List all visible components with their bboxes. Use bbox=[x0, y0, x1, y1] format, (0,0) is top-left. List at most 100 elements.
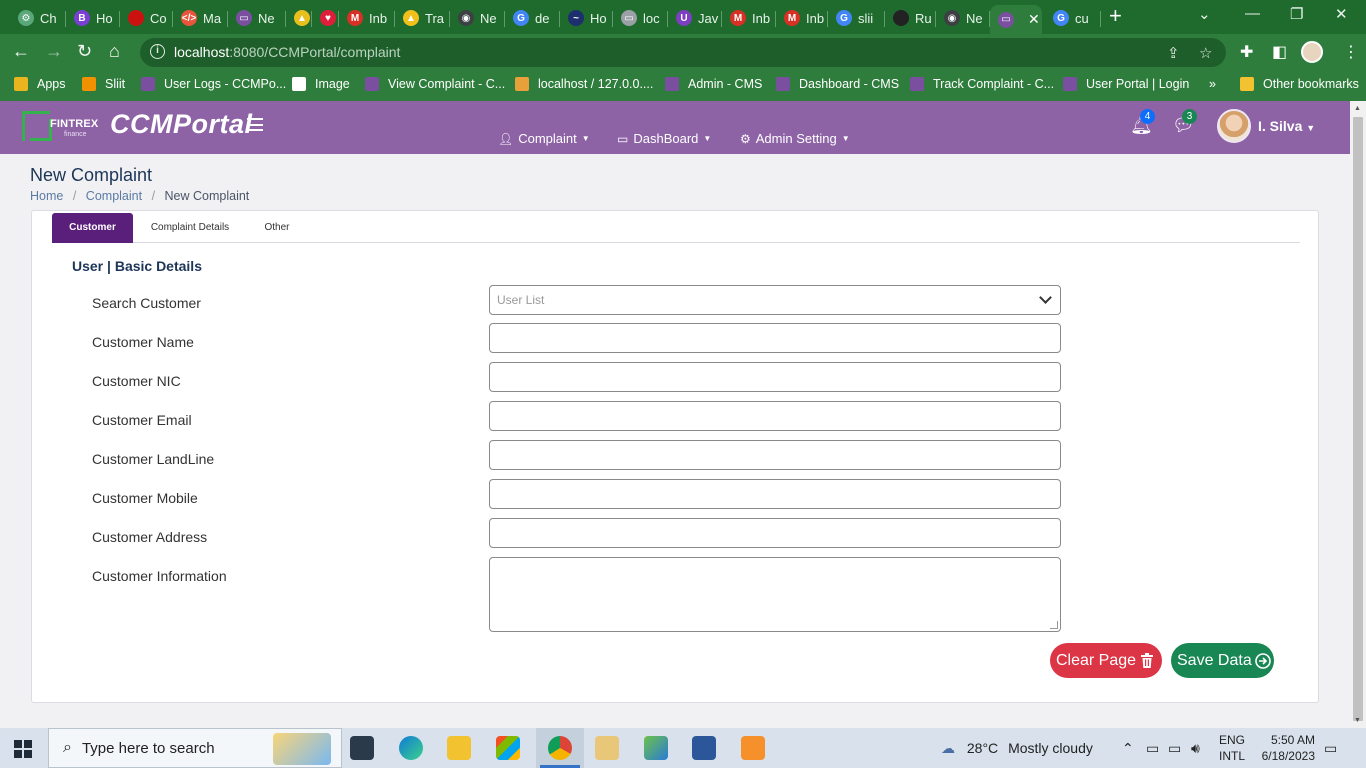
bookmark-item[interactable]: User Portal | Login bbox=[1063, 77, 1189, 91]
volume-icon[interactable]: 🔊︎ bbox=[1191, 740, 1200, 757]
forward-icon[interactable]: → bbox=[45, 41, 63, 61]
close-window-icon[interactable]: ✕ bbox=[1335, 5, 1348, 23]
breadcrumb-complaint[interactable]: Complaint bbox=[86, 189, 142, 203]
browser-tab[interactable]: ▭ Ne bbox=[228, 5, 286, 31]
windows-start-icon[interactable] bbox=[14, 740, 32, 758]
bookmarks-overflow-button[interactable]: » bbox=[1209, 77, 1216, 91]
page-scrollbar[interactable]: ▲ ▼ bbox=[1350, 101, 1366, 728]
task-view-icon[interactable] bbox=[350, 736, 374, 760]
browser-tab[interactable]: Ru bbox=[885, 5, 936, 31]
bookmark-star-icon[interactable]: ☆ bbox=[1199, 44, 1212, 62]
browser-tab[interactable]: ♥ bbox=[312, 5, 339, 31]
edge-icon[interactable] bbox=[399, 736, 423, 760]
battery-icon[interactable]: ▭ bbox=[1168, 740, 1181, 757]
customer-mobile-input[interactable] bbox=[489, 479, 1061, 509]
browser-tab[interactable]: ◉ Ne bbox=[450, 5, 505, 31]
browser-tab[interactable]: ⚙ Ch bbox=[10, 5, 66, 31]
pdf-app-icon[interactable] bbox=[741, 736, 765, 760]
bookmark-item[interactable]: Admin - CMS bbox=[665, 77, 762, 91]
system-clock[interactable]: 5:50 AM 6/18/2023 bbox=[1255, 732, 1315, 764]
browser-tab[interactable]: M Inb bbox=[339, 5, 395, 31]
browser-tab[interactable]: ◉ Ne bbox=[936, 5, 990, 31]
site-info-icon[interactable]: i bbox=[150, 44, 165, 59]
bookmark-item[interactable]: Apps bbox=[14, 77, 66, 91]
close-tab-icon[interactable]: ✕ bbox=[1028, 11, 1040, 28]
menu-dashboard[interactable]: ▭ DashBoard ▼ bbox=[617, 131, 711, 146]
menu-admin-setting[interactable]: ⚙ Admin Setting ▼ bbox=[740, 131, 850, 146]
fintrex-logo[interactable]: FINTREX finance bbox=[22, 111, 98, 143]
virtualbox-icon[interactable] bbox=[644, 736, 668, 760]
save-data-button[interactable]: Save Data bbox=[1171, 643, 1274, 678]
customer-address-input[interactable] bbox=[489, 518, 1061, 548]
browser-tab[interactable]: ▭ ✕ bbox=[990, 5, 1042, 34]
chrome-taskbar-button[interactable] bbox=[536, 728, 584, 768]
browser-tab[interactable]: Gslii bbox=[828, 5, 885, 31]
browser-tab[interactable]: M Inb bbox=[722, 5, 776, 31]
minimize-icon[interactable]: — bbox=[1245, 5, 1260, 22]
resize-grip-icon[interactable] bbox=[1050, 621, 1058, 629]
customer-name-input[interactable] bbox=[489, 323, 1061, 353]
other-bookmarks-folder[interactable]: Other bookmarks bbox=[1240, 77, 1359, 91]
customer-information-textarea[interactable] bbox=[489, 557, 1061, 632]
brand-title[interactable]: CCMPortal bbox=[110, 109, 253, 140]
home-icon[interactable]: ⌂ bbox=[109, 41, 120, 61]
hamburger-menu-icon[interactable] bbox=[247, 118, 263, 131]
browser-tab[interactable]: U Jav bbox=[668, 5, 722, 31]
browser-tab[interactable]: M Inb bbox=[776, 5, 828, 31]
network-icon[interactable]: ▭ bbox=[1146, 740, 1159, 757]
customer-email-input[interactable] bbox=[489, 401, 1061, 431]
scroll-up-icon[interactable]: ▲ bbox=[1354, 105, 1361, 112]
tab-other[interactable]: Other bbox=[254, 213, 300, 243]
menu-complaint[interactable]: 👤︎ Complaint ▼ bbox=[498, 131, 590, 146]
profile-avatar[interactable] bbox=[1301, 41, 1323, 63]
browser-tab[interactable]: ▲ bbox=[286, 5, 312, 31]
store-icon[interactable] bbox=[496, 736, 520, 760]
bookmark-item[interactable]: View Complaint - C... bbox=[365, 77, 505, 91]
browser-tab[interactable]: ▲ Tra bbox=[395, 5, 450, 31]
file-explorer-icon[interactable] bbox=[447, 736, 471, 760]
browser-tab[interactable]: ▭ loc bbox=[613, 5, 668, 31]
chrome-menu-icon[interactable]: ⋮ bbox=[1343, 42, 1359, 62]
tray-chevron-icon[interactable]: ⌃ bbox=[1122, 740, 1134, 757]
browser-tab[interactable]: B Ho bbox=[66, 5, 120, 31]
notification-center-icon[interactable]: ▭ bbox=[1324, 740, 1337, 757]
customer-landline-input[interactable] bbox=[489, 440, 1061, 470]
back-icon[interactable]: ← bbox=[12, 41, 30, 61]
bookmark-item[interactable]: Image bbox=[292, 77, 350, 91]
breadcrumb-home[interactable]: Home bbox=[30, 189, 63, 203]
browser-tab[interactable]: </> Ma bbox=[173, 5, 228, 31]
clear-page-button[interactable]: Clear Page bbox=[1050, 643, 1162, 678]
customer-nic-input[interactable] bbox=[489, 362, 1061, 392]
reload-icon[interactable]: ↻ bbox=[77, 41, 92, 61]
scroll-thumb[interactable] bbox=[1353, 117, 1363, 721]
tab-customer[interactable]: Customer bbox=[52, 213, 133, 243]
extensions-icon[interactable]: ✚ bbox=[1240, 42, 1253, 62]
bookmark-item[interactable]: Track Complaint - C... bbox=[910, 77, 1054, 91]
bookmark-item[interactable]: User Logs - CCMPo... bbox=[141, 77, 286, 91]
bookmark-item[interactable]: Dashboard - CMS bbox=[776, 77, 899, 91]
bookmark-item[interactable]: Sliit bbox=[82, 77, 125, 91]
tab-search-icon[interactable]: ⌄ bbox=[1198, 5, 1211, 23]
address-bar[interactable]: i localhost:8080/CCMPortal/complaint ⇪ ☆ bbox=[140, 38, 1226, 67]
restore-icon[interactable]: ❐ bbox=[1290, 5, 1303, 23]
side-panel-icon[interactable]: ◧ bbox=[1272, 42, 1287, 62]
browser-tab[interactable]: ~ Ho bbox=[560, 5, 613, 31]
taskbar-search[interactable]: ⌕ Type here to search bbox=[48, 728, 342, 768]
search-customer-select[interactable]: User List bbox=[489, 285, 1061, 315]
user-avatar[interactable] bbox=[1217, 109, 1251, 143]
messages-button[interactable]: 💬︎ 3 bbox=[1172, 109, 1197, 136]
tab-complaint-details[interactable]: Complaint Details bbox=[140, 213, 240, 243]
bookmark-item[interactable]: localhost / 127.0.0.... bbox=[515, 77, 653, 91]
word-icon[interactable] bbox=[692, 736, 716, 760]
notifications-button[interactable]: 🔔︎ 4 bbox=[1130, 109, 1155, 136]
app-folder-icon[interactable] bbox=[595, 736, 619, 760]
scroll-down-icon[interactable]: ▼ bbox=[1354, 717, 1361, 724]
browser-tab[interactable]: Gcu bbox=[1045, 5, 1101, 31]
weather-widget[interactable]: ☁ 28°C Mostly cloudy bbox=[941, 740, 1093, 757]
language-indicator[interactable]: ENG INTL bbox=[1219, 732, 1245, 764]
user-menu[interactable]: I. Silva ▼ bbox=[1258, 118, 1315, 134]
new-tab-button[interactable]: + bbox=[1109, 5, 1122, 27]
browser-tab[interactable]: Co bbox=[120, 5, 173, 31]
browser-tab[interactable]: Gde bbox=[505, 5, 560, 31]
share-icon[interactable]: ⇪ bbox=[1167, 44, 1180, 62]
